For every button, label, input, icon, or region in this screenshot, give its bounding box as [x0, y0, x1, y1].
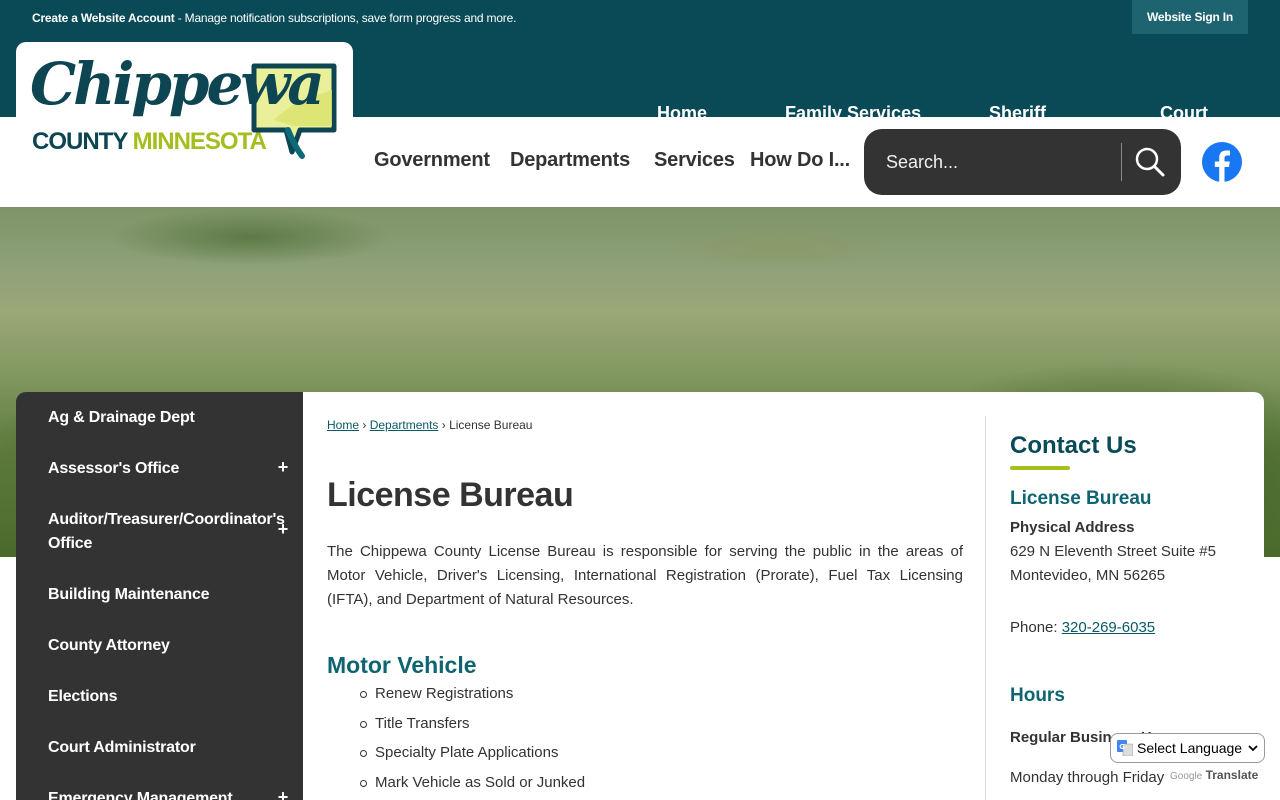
top-notification-bar: Create a Website Account - Manage notifi…: [0, 0, 1280, 36]
search-input[interactable]: [886, 147, 1114, 177]
phone-row: Phone: 320-269-6035: [1010, 619, 1156, 636]
contact-title-underline: [1010, 466, 1070, 470]
svg-text:G: G: [1119, 743, 1125, 751]
mainnav-how-do-i[interactable]: How Do I...: [750, 149, 850, 172]
breadcrumb-home[interactable]: Home: [327, 418, 359, 432]
hours-title: Hours: [1010, 685, 1065, 706]
breadcrumb-current: License Bureau: [449, 418, 533, 432]
sidebar-item-county-attorney[interactable]: County Attorney: [48, 634, 170, 658]
contact-us-title: Contact Us: [1010, 432, 1137, 459]
list-item: Renew Registrations: [359, 682, 585, 712]
mainnav-services[interactable]: Services: [654, 149, 735, 172]
department-sidebar: Ag & Drainage Dept Assessor's Office + A…: [16, 392, 303, 800]
logo-wordmark: Chippewa: [30, 50, 325, 118]
google-translate-widget: G Select Language Google Translate: [1110, 733, 1265, 785]
topnav-sheriff[interactable]: Sheriff: [989, 100, 1046, 126]
search-bar: [864, 129, 1181, 195]
expand-plus-icon[interactable]: +: [275, 457, 291, 478]
address-line-2: Montevideo, MN 56265: [1010, 567, 1166, 584]
list-item: Title Transfers: [359, 712, 585, 742]
expand-plus-icon[interactable]: +: [275, 787, 291, 800]
mainnav-government[interactable]: Government: [374, 149, 490, 172]
chevron-down-icon: [1248, 745, 1258, 752]
section-title-motor-vehicle: Motor Vehicle: [327, 652, 477, 678]
logo-subtitle: COUNTY MINNESOTA: [32, 128, 267, 155]
intro-paragraph: The Chippewa County License Bureau is re…: [327, 543, 963, 608]
sidebar-item-assessors-office[interactable]: Assessor's Office: [48, 457, 179, 481]
column-divider: [985, 416, 986, 800]
list-item: Specialty Plate Applications: [359, 741, 585, 771]
mainnav-departments[interactable]: Departments: [510, 149, 630, 172]
site-logo[interactable]: Chippewa COUNTY MINNESOTA: [16, 42, 353, 162]
page-title: License Bureau: [327, 476, 574, 514]
facebook-icon[interactable]: [1202, 142, 1242, 182]
language-select[interactable]: G Select Language: [1110, 733, 1265, 763]
powered-by-google[interactable]: Google Translate: [1170, 768, 1258, 782]
sidebar-item-auditor-treasurer[interactable]: Auditor/Treasurer/Coordinator's Office: [48, 508, 285, 556]
topnav-family-services[interactable]: Family Services: [785, 100, 921, 126]
search-icon[interactable]: [1134, 146, 1166, 178]
create-account-link[interactable]: Create a Website Account - Manage notifi…: [32, 11, 516, 25]
breadcrumb: Home › Departments › License Bureau: [327, 418, 533, 432]
breadcrumb-departments[interactable]: Departments: [370, 418, 439, 432]
address-label: Physical Address: [1010, 519, 1135, 536]
sidebar-item-building-maintenance[interactable]: Building Maintenance: [48, 583, 210, 607]
sidebar-item-elections[interactable]: Elections: [48, 685, 118, 709]
search-divider: [1121, 143, 1122, 181]
sidebar-item-emergency-management[interactable]: Emergency Management: [48, 787, 233, 800]
phone-link[interactable]: 320-269-6035: [1062, 619, 1155, 636]
sidebar-item-ag-drainage[interactable]: Ag & Drainage Dept: [48, 406, 195, 430]
contact-department-name[interactable]: License Bureau: [1010, 488, 1152, 510]
motor-vehicle-list: Renew Registrations Title Transfers Spec…: [359, 682, 585, 800]
list-item: Mark Vehicle as Sold or Junked: [359, 771, 585, 800]
expand-plus-icon[interactable]: +: [275, 519, 291, 540]
website-sign-in-button[interactable]: Website Sign In: [1132, 0, 1248, 34]
sidebar-item-court-administrator[interactable]: Court Administrator: [48, 736, 196, 760]
google-translate-icon: G: [1117, 740, 1133, 756]
topnav-home[interactable]: Home: [657, 100, 707, 126]
address-line-1: 629 N Eleventh Street Suite #5: [1010, 543, 1216, 560]
